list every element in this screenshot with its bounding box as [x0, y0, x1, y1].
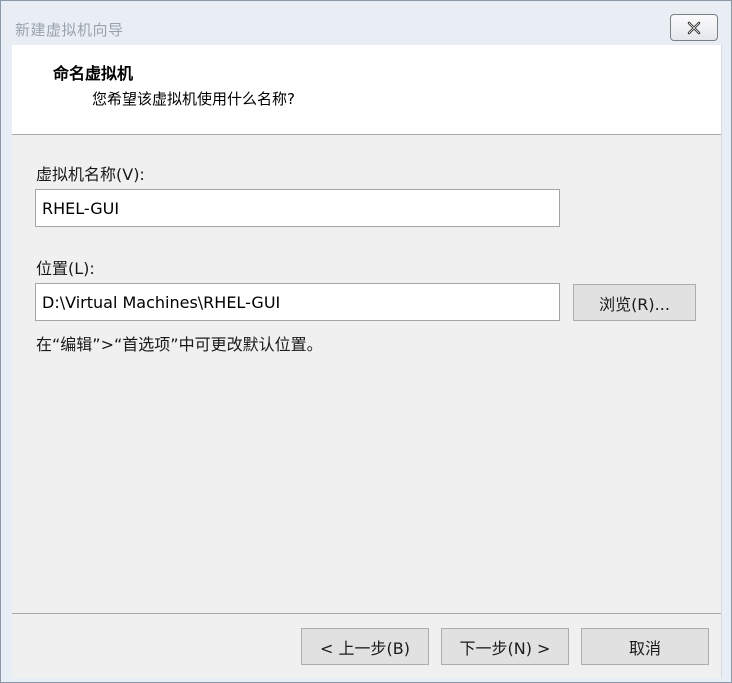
- page-subtitle: 您希望该虚拟机使用什么名称?: [92, 90, 295, 108]
- footer-divider: [12, 613, 721, 614]
- close-icon: [687, 21, 701, 34]
- location-input[interactable]: [35, 283, 560, 321]
- cancel-button[interactable]: 取消: [581, 628, 709, 665]
- page-title: 命名虚拟机: [53, 64, 134, 83]
- wizard-header: 命名虚拟机 您希望该虚拟机使用什么名称?: [12, 45, 721, 135]
- title-bar[interactable]: 新建虚拟机向导: [1, 1, 731, 45]
- back-button[interactable]: < 上一步(B): [301, 628, 429, 665]
- window-title: 新建虚拟机向导: [15, 21, 124, 39]
- location-label: 位置(L):: [36, 259, 95, 278]
- default-location-hint: 在“编辑”>“首选项”中可更改默认位置。: [36, 335, 323, 354]
- browse-button[interactable]: 浏览(R)...: [573, 284, 696, 321]
- vm-name-input[interactable]: [35, 189, 560, 227]
- wizard-content: 命名虚拟机 您希望该虚拟机使用什么名称? 虚拟机名称(V): 位置(L): 浏览…: [12, 45, 722, 678]
- next-button[interactable]: 下一步(N) >: [441, 628, 569, 665]
- vm-name-label: 虚拟机名称(V):: [36, 165, 145, 184]
- wizard-window: 新建虚拟机向导 命名虚拟机 您希望该虚拟机使用什么名称? 虚拟机名称(V): 位…: [0, 0, 732, 683]
- close-button[interactable]: [670, 14, 718, 41]
